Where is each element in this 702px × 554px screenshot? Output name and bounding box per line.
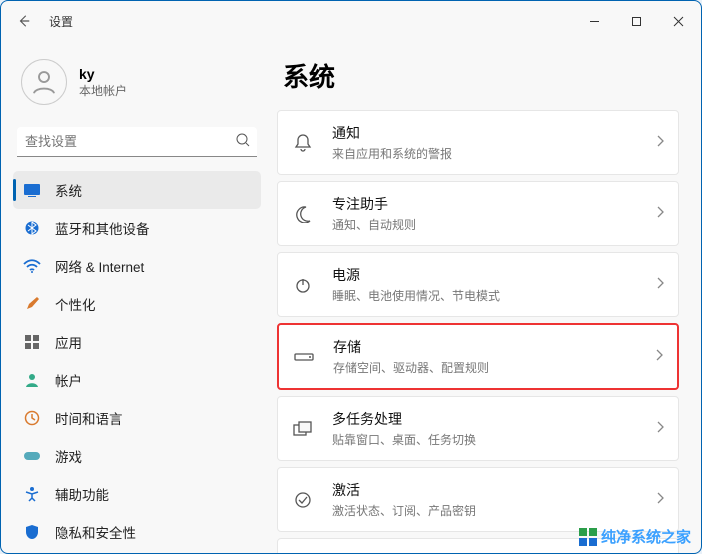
wifi-icon: [23, 257, 41, 275]
card-title: 通知: [332, 123, 656, 143]
maximize-icon: [631, 16, 642, 27]
bluetooth-icon: [23, 219, 41, 237]
sidebar-item-accounts[interactable]: 帐户: [13, 361, 261, 399]
chevron-right-icon: [656, 134, 664, 152]
chevron-right-icon: [655, 348, 663, 366]
main-panel: 系统 通知来自应用和系统的警报 专注助手通知、自动规则 电源睡眠、电池使用情况、…: [271, 41, 701, 553]
minimize-icon: [589, 16, 600, 27]
nav-label: 个性化: [55, 294, 96, 314]
shield-icon: [23, 523, 41, 541]
chevron-right-icon: [656, 420, 664, 438]
card-title: 多任务处理: [332, 409, 656, 429]
window-controls: [573, 5, 699, 37]
card-title: 电源: [332, 265, 656, 285]
nav-label: 应用: [55, 332, 82, 352]
card-title: 激活: [332, 480, 656, 500]
back-button[interactable]: [9, 6, 39, 36]
card-troubleshoot[interactable]: 疑难解答建议的疑难解答、首选: [277, 538, 679, 553]
gaming-icon: [23, 447, 41, 465]
arrow-left-icon: [17, 14, 31, 28]
card-activation[interactable]: 激活激活状态、订阅、产品密钥: [277, 467, 679, 532]
page-title: 系统: [283, 57, 679, 94]
storage-icon: [293, 351, 315, 363]
card-body: 电源睡眠、电池使用情况、节电模式: [332, 265, 656, 304]
sidebar-item-system[interactable]: 系统: [13, 171, 261, 209]
user-text: ky 本地帐户: [79, 66, 127, 99]
content: ky 本地帐户 系统 蓝牙和其他设备 网络 & Internet 个性化 应用 …: [1, 41, 701, 553]
card-sub: 激活状态、订阅、产品密钥: [332, 502, 656, 519]
card-sub: 通知、自动规则: [332, 216, 656, 233]
user-name: ky: [79, 66, 127, 82]
user-card[interactable]: ky 本地帐户: [13, 51, 271, 123]
nav-label: 系统: [55, 180, 82, 200]
card-focus-assist[interactable]: 专注助手通知、自动规则: [277, 181, 679, 246]
card-body: 专注助手通知、自动规则: [332, 194, 656, 233]
card-title: 专注助手: [332, 194, 656, 214]
card-sub: 睡眠、电池使用情况、节电模式: [332, 287, 656, 304]
close-button[interactable]: [657, 5, 699, 37]
power-icon: [292, 276, 314, 294]
nav-label: 隐私和安全性: [55, 522, 136, 542]
sidebar-item-network[interactable]: 网络 & Internet: [13, 247, 261, 285]
card-body: 激活激活状态、订阅、产品密钥: [332, 480, 656, 519]
nav-label: 帐户: [55, 370, 82, 390]
card-sub: 存储空间、驱动器、配置规则: [333, 359, 655, 376]
avatar: [21, 59, 67, 105]
sidebar-item-bluetooth[interactable]: 蓝牙和其他设备: [13, 209, 261, 247]
window-title: 设置: [49, 13, 73, 30]
titlebar: 设置: [1, 1, 701, 41]
sidebar: ky 本地帐户 系统 蓝牙和其他设备 网络 & Internet 个性化 应用 …: [1, 41, 271, 553]
card-body: 多任务处理贴靠窗口、桌面、任务切换: [332, 409, 656, 448]
sidebar-item-time-language[interactable]: 时间和语言: [13, 399, 261, 437]
card-body: 通知来自应用和系统的警报: [332, 123, 656, 162]
maximize-button[interactable]: [615, 5, 657, 37]
card-sub: 来自应用和系统的警报: [332, 145, 656, 162]
person-icon: [29, 67, 59, 97]
chevron-right-icon: [656, 205, 664, 223]
card-body: 疑难解答建议的疑难解答、首选: [332, 551, 656, 553]
search-box[interactable]: [17, 127, 257, 157]
system-icon: [23, 181, 41, 199]
settings-window: 设置 ky 本地帐户 系统 蓝牙和其他设备: [0, 0, 702, 554]
sidebar-item-gaming[interactable]: 游戏: [13, 437, 261, 475]
accounts-icon: [23, 371, 41, 389]
moon-icon: [292, 205, 314, 223]
search-input[interactable]: [17, 127, 257, 156]
card-power[interactable]: 电源睡眠、电池使用情况、节电模式: [277, 252, 679, 317]
accessibility-icon: [23, 485, 41, 503]
chevron-right-icon: [656, 491, 664, 509]
card-storage[interactable]: 存储存储空间、驱动器、配置规则: [277, 323, 679, 390]
card-title: 疑难解答: [332, 551, 656, 553]
chevron-right-icon: [656, 276, 664, 294]
nav-label: 游戏: [55, 446, 82, 466]
clock-icon: [23, 409, 41, 427]
apps-icon: [23, 333, 41, 351]
card-notifications[interactable]: 通知来自应用和系统的警报: [277, 110, 679, 175]
bell-icon: [292, 133, 314, 153]
sidebar-item-privacy[interactable]: 隐私和安全性: [13, 513, 261, 551]
paintbrush-icon: [23, 295, 41, 313]
nav-list: 系统 蓝牙和其他设备 网络 & Internet 个性化 应用 帐户 时间和语言…: [13, 171, 271, 553]
sidebar-item-accessibility[interactable]: 辅助功能: [13, 475, 261, 513]
multitask-icon: [292, 421, 314, 437]
card-title: 存储: [333, 337, 655, 357]
sidebar-item-apps[interactable]: 应用: [13, 323, 261, 361]
check-circle-icon: [292, 491, 314, 509]
sidebar-item-personalization[interactable]: 个性化: [13, 285, 261, 323]
card-body: 存储存储空间、驱动器、配置规则: [333, 337, 655, 376]
nav-label: 辅助功能: [55, 484, 109, 504]
minimize-button[interactable]: [573, 5, 615, 37]
sidebar-item-windows-update[interactable]: Windows 更新: [13, 551, 261, 553]
nav-label: 网络 & Internet: [55, 256, 144, 276]
nav-label: 蓝牙和其他设备: [55, 218, 150, 238]
card-multitasking[interactable]: 多任务处理贴靠窗口、桌面、任务切换: [277, 396, 679, 461]
card-sub: 贴靠窗口、桌面、任务切换: [332, 431, 656, 448]
user-type: 本地帐户: [79, 82, 127, 99]
close-icon: [673, 16, 684, 27]
nav-label: 时间和语言: [55, 408, 123, 428]
search-icon: [235, 132, 251, 153]
